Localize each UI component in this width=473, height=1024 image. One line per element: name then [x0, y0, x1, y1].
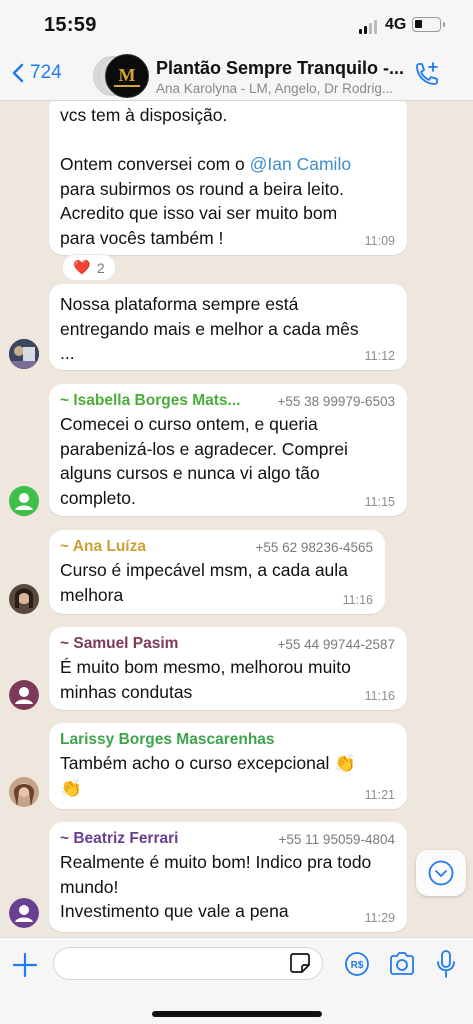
- header-bar: 15:59 4G 724 M Plantão Sempre Tranquilo …: [0, 0, 473, 101]
- svg-text:R$: R$: [351, 960, 364, 971]
- group-avatar[interactable]: M: [93, 54, 153, 98]
- chevron-down-circle-icon: [428, 860, 454, 886]
- message-text: Comecei o curso ontem, e queria parabeni…: [60, 414, 348, 508]
- unread-count: 724: [30, 62, 62, 83]
- message-text: vcs tem à disposição. Ontem conversei co…: [60, 105, 352, 248]
- message-bubble[interactable]: Nossa plataforma sempre está entregando …: [49, 284, 407, 370]
- group-logo: M: [105, 54, 149, 98]
- reaction-count: 2: [96, 259, 105, 276]
- message-time: 11:09: [364, 234, 395, 248]
- default-avatar[interactable]: [9, 680, 39, 710]
- default-avatar[interactable]: [9, 486, 39, 516]
- sender-phone: +55 38 99979-6503: [277, 393, 396, 409]
- home-indicator: [152, 1011, 322, 1017]
- status-time: 15:59: [44, 14, 97, 36]
- message-text: Nossa plataforma sempre está entregando …: [60, 294, 359, 363]
- mention-link[interactable]: @Ian Camilo: [250, 154, 351, 174]
- chat-area[interactable]: vcs tem à disposição. Ontem conversei co…: [0, 101, 473, 937]
- message-time: 11:15: [364, 495, 395, 509]
- add-call-button[interactable]: [412, 62, 440, 95]
- sender-name[interactable]: ~ Beatriz Ferrari: [60, 830, 178, 848]
- back-button[interactable]: 724: [12, 62, 62, 84]
- avatar[interactable]: [9, 584, 39, 614]
- reaction-badge[interactable]: ❤️ 2: [62, 254, 116, 281]
- camera-button[interactable]: [388, 951, 416, 982]
- microphone-button[interactable]: [436, 949, 456, 984]
- message-time: 11:16: [364, 689, 395, 703]
- sender-name[interactable]: ~ Ana Luíza: [60, 538, 146, 556]
- battery-icon: [412, 17, 445, 32]
- currency-icon: R$: [345, 952, 369, 976]
- camera-icon: [390, 952, 414, 975]
- avatar[interactable]: [9, 777, 39, 807]
- sticker-button[interactable]: [289, 952, 311, 979]
- message-bubble[interactable]: ~ Ana Luíza +55 62 98236-4565 Curso é imp…: [49, 530, 385, 614]
- message-text: Realmente é muito bom! Indico pra todo m…: [60, 852, 372, 921]
- message-bubble[interactable]: ~ Samuel Pasim +55 44 99744-2587 É muito …: [49, 627, 407, 710]
- message-input-box[interactable]: [53, 947, 323, 980]
- scroll-to-bottom-button[interactable]: [416, 850, 466, 896]
- chevron-left-icon: [12, 63, 24, 83]
- default-avatar[interactable]: [9, 898, 39, 928]
- sender-name[interactable]: ~ Samuel Pasim: [60, 635, 178, 653]
- signal-icon: [359, 20, 377, 34]
- message-time: 11:21: [364, 788, 395, 802]
- sticker-icon: [290, 953, 310, 973]
- message-time: 11:12: [364, 349, 395, 363]
- sender-name[interactable]: ~ Isabella Borges Mats...: [60, 392, 240, 410]
- sender-phone: +55 11 95059-4804: [278, 831, 395, 847]
- sender-phone: +55 62 98236-4565: [255, 539, 374, 555]
- user-icon: [9, 486, 39, 516]
- plus-icon: [12, 952, 38, 978]
- message-bubble[interactable]: Larissy Borges Mascarenhas Também acho o…: [49, 723, 407, 809]
- phone-plus-icon: [416, 62, 438, 85]
- message-time: 11:29: [364, 911, 395, 925]
- message-text: Também acho o curso excepcional 👏 👏: [60, 753, 357, 798]
- microphone-icon: [437, 950, 455, 978]
- attach-button[interactable]: [12, 952, 38, 983]
- message-bubble[interactable]: vcs tem à disposição. Ontem conversei co…: [49, 101, 407, 255]
- sender-name[interactable]: Larissy Borges Mascarenhas: [60, 731, 275, 749]
- pix-payment-button[interactable]: R$: [344, 951, 370, 982]
- message-bubble[interactable]: ~ Beatriz Ferrari +55 11 95059-4804 Realm…: [49, 822, 407, 932]
- user-icon: [9, 898, 39, 928]
- message-text: É muito bom mesmo, melhorou muito minhas…: [60, 657, 351, 702]
- heart-icon: ❤️: [73, 259, 91, 275]
- message-bubble[interactable]: ~ Isabella Borges Mats... +55 38 99979-65…: [49, 384, 407, 516]
- group-title[interactable]: Plantão Sempre Tranquilo -...: [156, 58, 404, 79]
- user-icon: [9, 680, 39, 710]
- input-bar: R$: [0, 937, 473, 1024]
- message-input[interactable]: [66, 948, 286, 979]
- message-time: 11:16: [342, 593, 373, 607]
- message-text: Curso é impecável msm, a cada aula melho…: [60, 560, 348, 605]
- avatar[interactable]: [9, 339, 39, 369]
- group-members[interactable]: Ana Karolyna - LM, Angelo, Dr Rodrig...: [156, 81, 393, 96]
- network-type: 4G: [385, 16, 407, 33]
- sender-phone: +55 44 99744-2587: [277, 636, 396, 652]
